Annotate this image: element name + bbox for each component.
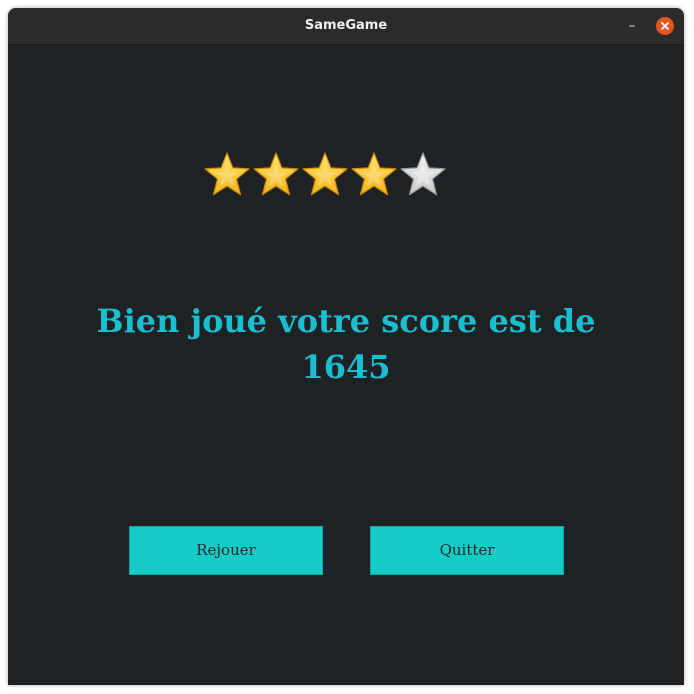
star-filled-icon	[351, 152, 397, 196]
score-message-text: Bien joué votre score est de	[96, 302, 596, 340]
quit-button[interactable]: Quitter	[370, 526, 564, 575]
window-title: SameGame	[304, 18, 388, 33]
app-window: SameGame – Bien joué votre score est de …	[8, 8, 684, 685]
minimize-button[interactable]: –	[622, 17, 642, 35]
title-bar[interactable]: SameGame –	[8, 8, 684, 45]
star-filled-icon	[253, 152, 299, 196]
star-rating	[202, 150, 452, 206]
star-empty-icon	[400, 152, 446, 196]
star-filled-icon	[302, 152, 348, 196]
close-icon	[661, 22, 669, 30]
close-button[interactable]	[656, 17, 674, 35]
score-message: Bien joué votre score est de 1645	[48, 298, 644, 390]
score-value: 1645	[301, 348, 391, 386]
star-filled-icon	[204, 152, 250, 196]
replay-button[interactable]: Rejouer	[129, 526, 323, 575]
